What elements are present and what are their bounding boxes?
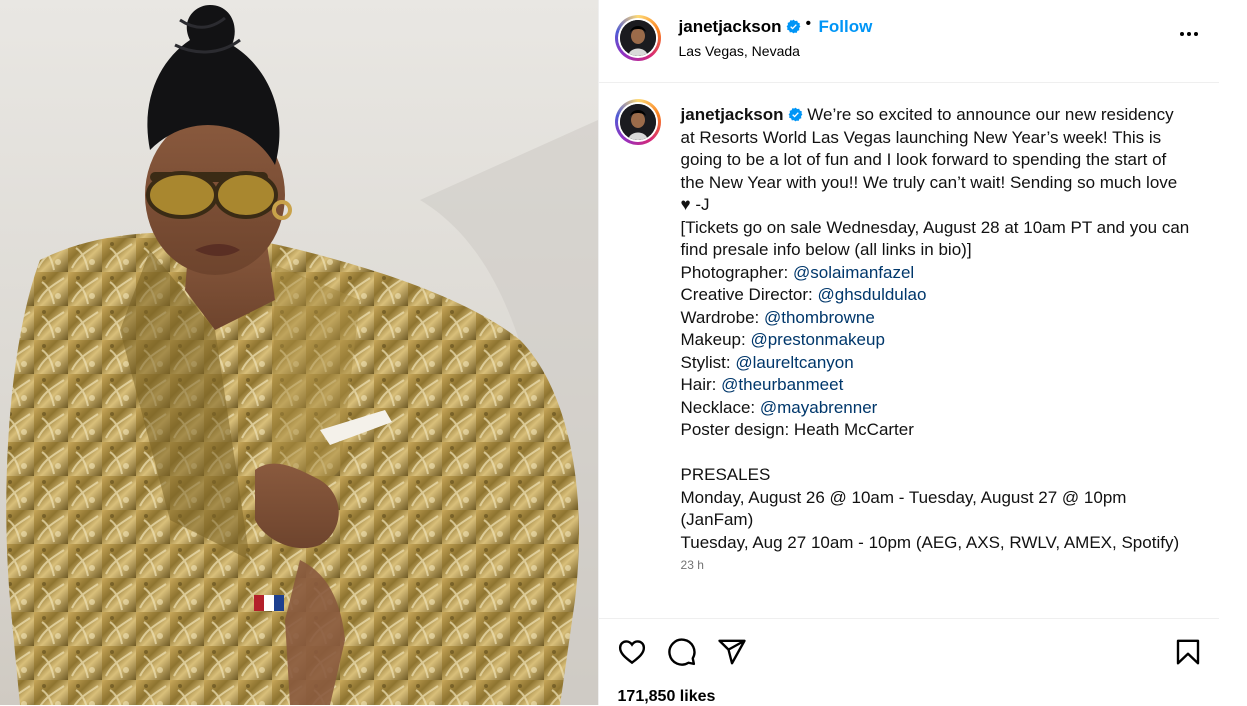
verified-badge-icon [788, 107, 802, 122]
author-avatar[interactable] [614, 15, 661, 61]
mention-link[interactable]: @solaimanfazel [793, 263, 914, 282]
caption-scroll-area[interactable]: janetjackson We’re so excited to announc… [599, 83, 1219, 618]
more-options-icon[interactable] [1177, 22, 1201, 46]
mention-link[interactable]: @thombrowne [764, 308, 875, 327]
credit-poster-design: Poster design: Heath McCarter [680, 420, 914, 439]
post-timestamp[interactable]: 23 h [681, 554, 1191, 577]
mention-link[interactable]: @prestonmakeup [750, 330, 884, 349]
caption-tickets-info: [Tickets go on sale Wednesday, August 28… [680, 217, 1194, 260]
heart-icon[interactable] [617, 637, 647, 667]
credit-wardrobe: Wardrobe: @thombrowne [680, 307, 875, 327]
credit-stylist: Stylist: @laureltcanyon [680, 352, 854, 372]
caption-text: janetjackson We’re so excited to announc… [681, 104, 1191, 577]
verified-badge-icon [786, 19, 800, 34]
presales-title: PRESALES [680, 465, 771, 484]
mention-link[interactable]: @ghsduldulao [818, 285, 927, 304]
username-text[interactable]: janetjackson [679, 17, 782, 36]
caption-username[interactable]: janetjackson [681, 105, 803, 124]
post-photo[interactable] [0, 0, 598, 705]
bookmark-icon[interactable] [1173, 637, 1203, 667]
post-side-panel: janetjackson • Follow Las Vegas, Nevada [597, 0, 1247, 706]
post-location[interactable]: Las Vegas, Nevada [679, 43, 800, 59]
post-header: janetjackson • Follow Las Vegas, Nevada [598, 0, 1219, 83]
credit-photographer: Photographer: @solaimanfazel [680, 262, 915, 282]
credit-necklace: Necklace: @mayabrenner [680, 397, 878, 417]
action-bar: 171,850 likes [598, 618, 1219, 706]
follow-button[interactable]: Follow [819, 17, 873, 37]
mention-link[interactable]: @mayabrenner [760, 398, 877, 417]
credit-makeup: Makeup: @prestonmakeup [680, 330, 885, 349]
page-scrollbar[interactable] [1226, 0, 1247, 705]
avatar-image [619, 104, 656, 140]
presale-line-1: Monday, August 26 @ 10am - Tuesday, Augu… [680, 487, 1132, 530]
caption-author-avatar[interactable] [614, 99, 661, 145]
presale-line-2: Tuesday, Aug 27 10am - 10pm (AEG, AXS, R… [680, 532, 1180, 552]
share-icon[interactable] [717, 637, 747, 667]
post-image-illustration [6, 5, 598, 705]
credit-hair: Hair: @theurbanmeet [680, 375, 844, 394]
mention-link[interactable]: @laureltcanyon [735, 353, 853, 372]
likes-count[interactable]: 171,850 likes [618, 688, 716, 706]
comment-icon[interactable] [667, 637, 697, 667]
mention-link[interactable]: @theurbanmeet [721, 375, 843, 394]
separator-dot: • [805, 15, 812, 32]
credit-creative-director: Creative Director: @ghsduldulao [680, 285, 927, 304]
author-username[interactable]: janetjackson [679, 17, 801, 37]
avatar-image [619, 20, 656, 56]
